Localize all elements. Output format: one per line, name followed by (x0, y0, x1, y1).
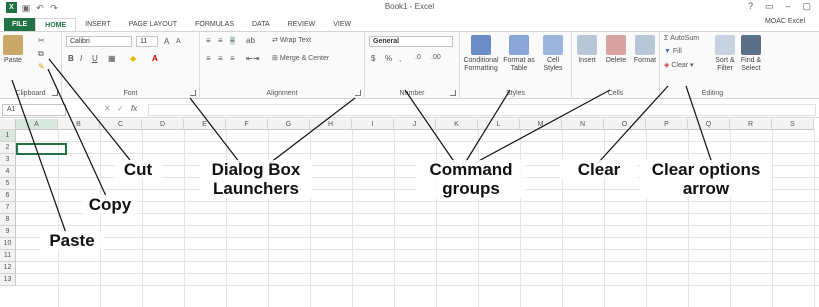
callout-clear-options-arrow: Clear options arrow (640, 160, 772, 198)
callout-lines (11, 58, 713, 234)
callout-command-groups: Command groups (416, 160, 526, 198)
callout-cut: Cut (114, 160, 162, 179)
callout-paste: Paste (40, 231, 104, 250)
callout-dialog-box-launchers: Dialog Box Launchers (200, 160, 312, 198)
callout-copy: Copy (82, 195, 138, 214)
callout-clear: Clear (560, 160, 638, 179)
